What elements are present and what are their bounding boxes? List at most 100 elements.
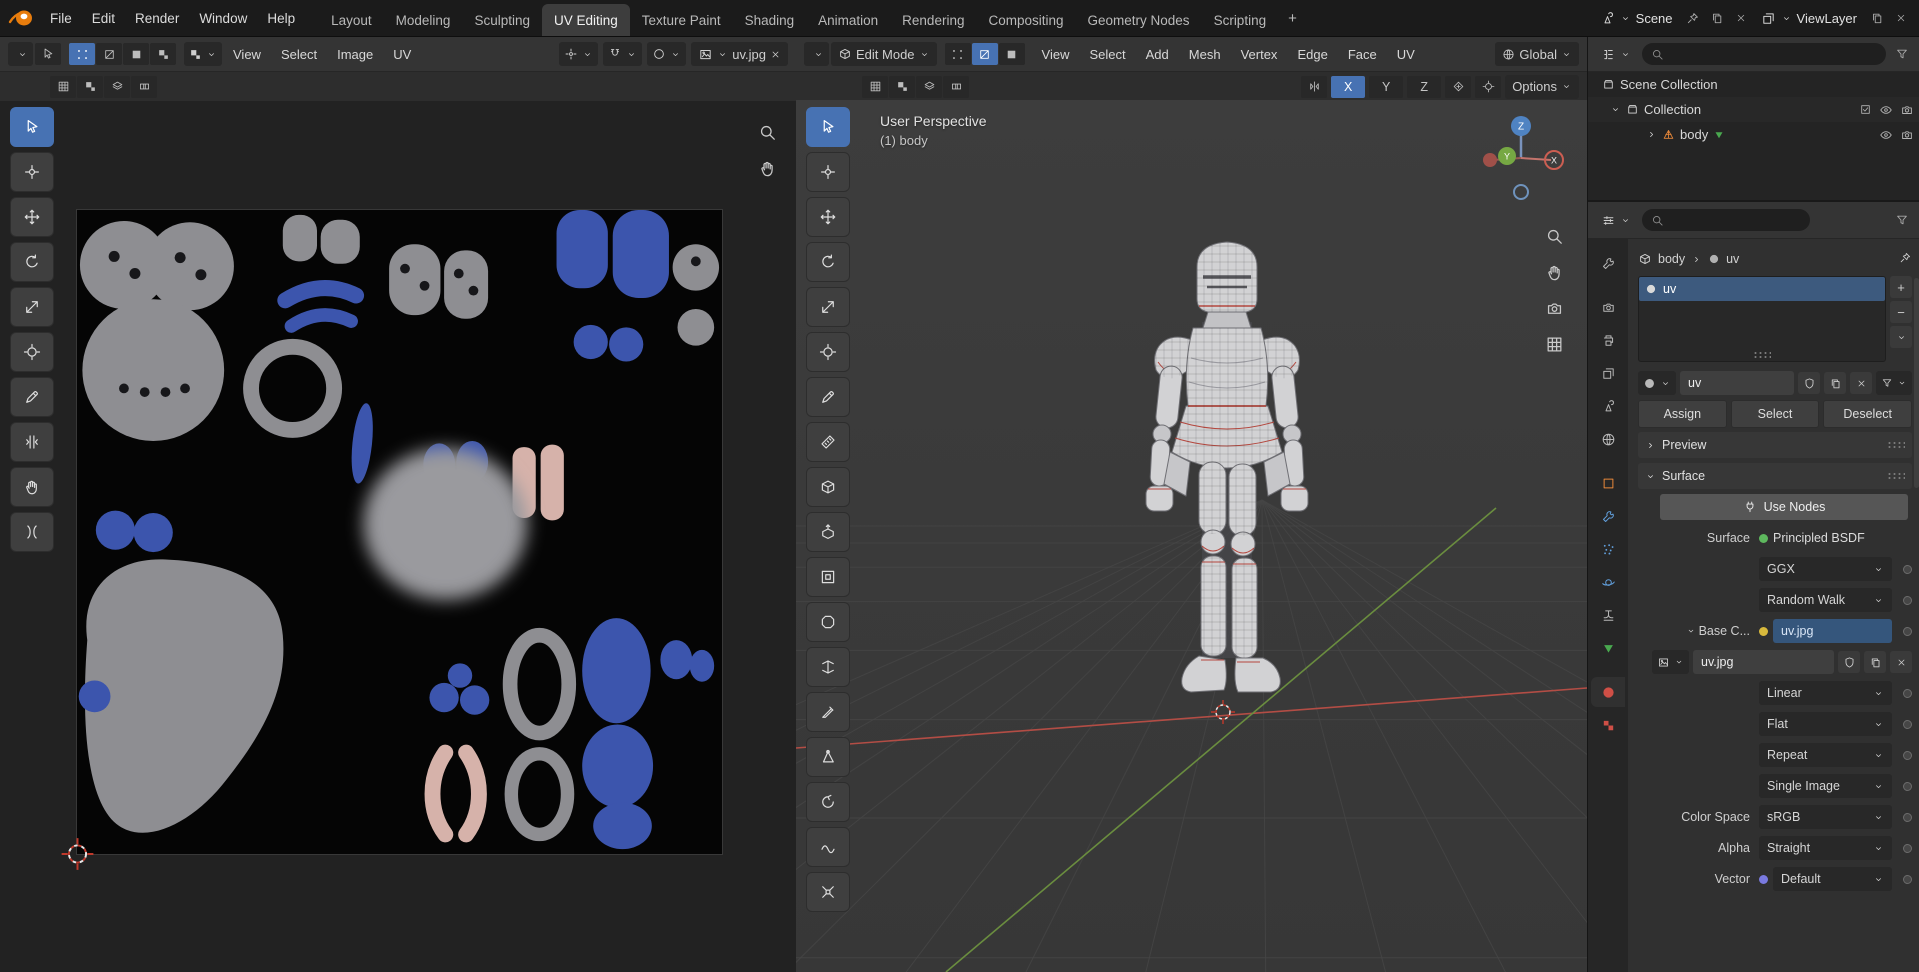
uv-menu-select[interactable]: Select	[272, 47, 326, 62]
tab-scripting[interactable]: Scripting	[1202, 4, 1279, 36]
unlink-material-button[interactable]	[1850, 372, 1872, 394]
distribution-dropdown[interactable]: GGX	[1759, 557, 1892, 581]
keyframe-dot[interactable]	[1903, 843, 1912, 853]
tool-spin-button[interactable]	[806, 782, 850, 822]
fake-user-button[interactable]	[1798, 372, 1820, 394]
tab-compositing[interactable]: Compositing	[976, 4, 1075, 36]
uv-overlay-toggle-2[interactable]	[77, 75, 103, 98]
tab-animation[interactable]: Animation	[806, 4, 890, 36]
properties-tab-material[interactable]	[1591, 677, 1625, 707]
tool-extrude-button[interactable]	[806, 512, 850, 552]
tab-shading[interactable]: Shading	[733, 4, 807, 36]
add-workspace-button[interactable]: +	[1278, 1, 1307, 36]
tool-shrink-button[interactable]	[806, 872, 850, 912]
sticky-selection-selector[interactable]	[184, 42, 222, 66]
tool-inset-button[interactable]	[806, 557, 850, 597]
snapping-selector[interactable]	[603, 42, 643, 66]
pin-icon[interactable]	[1899, 251, 1912, 264]
alpha-dropdown[interactable]: Straight	[1759, 836, 1892, 860]
eye-icon[interactable]	[1879, 103, 1893, 117]
tool-scale-button[interactable]	[10, 287, 54, 327]
vp-menu-mesh[interactable]: Mesh	[1180, 47, 1230, 62]
surface-shader-value[interactable]: Principled BSDF	[1773, 531, 1865, 545]
vp-menu-face[interactable]: Face	[1339, 47, 1386, 62]
properties-tab-scene[interactable]	[1591, 391, 1625, 421]
pin-scene-button[interactable]	[1683, 8, 1703, 28]
uv-select-face-toggle[interactable]	[123, 43, 149, 65]
face-mode-toggle[interactable]	[998, 43, 1025, 65]
navigation-gizmo[interactable]: Z Y X	[1473, 110, 1569, 206]
properties-tab-world[interactable]	[1591, 424, 1625, 454]
proportional-editing-selector[interactable]	[647, 42, 687, 66]
properties-tab-physics[interactable]	[1591, 567, 1625, 597]
edge-mode-toggle[interactable]	[971, 43, 998, 65]
tool-annotate-button[interactable]	[10, 377, 54, 417]
uv-select-island-toggle[interactable]	[150, 43, 176, 65]
outliner-row-body[interactable]: body	[1588, 122, 1919, 147]
image-fake-user-button[interactable]	[1838, 651, 1860, 673]
properties-tab-constraints[interactable]	[1591, 600, 1625, 630]
scrollbar[interactable]	[1914, 278, 1919, 488]
duplicate-image-button[interactable]	[1864, 651, 1886, 673]
uv-islands[interactable]	[78, 210, 720, 850]
browse-image-button[interactable]	[1652, 650, 1689, 674]
tool-bevel-button[interactable]	[806, 602, 850, 642]
properties-tab-view-layer[interactable]	[1591, 358, 1625, 388]
transform-orientation-selector[interactable]: Global	[1495, 42, 1579, 66]
vp-overlay-toggle-1[interactable]	[862, 75, 888, 98]
color-space-dropdown[interactable]: sRGB	[1759, 805, 1892, 829]
keyframe-dot[interactable]	[1903, 812, 1912, 822]
tool-transform-button[interactable]	[806, 332, 850, 372]
viewport-canvas[interactable]	[796, 100, 1587, 972]
editor-type-selector[interactable]	[1596, 42, 1636, 66]
properties-tab-modifiers[interactable]	[1591, 501, 1625, 531]
blender-logo-icon[interactable]	[8, 9, 34, 27]
material-slot-list[interactable]: uv	[1638, 276, 1886, 362]
material-slot-uv[interactable]: uv	[1639, 277, 1885, 301]
projection-dropdown[interactable]: Flat	[1759, 712, 1892, 736]
tool-smooth-button[interactable]	[806, 827, 850, 867]
mirror-toggle[interactable]	[1301, 75, 1328, 98]
menu-file[interactable]: File	[40, 11, 82, 26]
uv-menu-uv[interactable]: UV	[384, 47, 420, 62]
vp-overlay-toggle-2[interactable]	[889, 75, 915, 98]
outliner-filter-button[interactable]	[1892, 44, 1912, 64]
viewlayer-selector[interactable]: ViewLayer	[1755, 8, 1863, 29]
vp-menu-vertex[interactable]: Vertex	[1232, 47, 1287, 62]
uv-overlay-toggle-4[interactable]	[131, 75, 157, 98]
add-slot-button[interactable]: +	[1890, 276, 1912, 298]
menu-window[interactable]: Window	[189, 11, 257, 26]
tool-move-button[interactable]	[10, 197, 54, 237]
assign-button[interactable]: Assign	[1638, 400, 1727, 428]
tool-loopcut-button[interactable]	[806, 647, 850, 687]
keyframe-dot[interactable]	[1903, 595, 1912, 605]
uv-image-canvas[interactable]	[61, 210, 722, 870]
uv-select-edge-toggle[interactable]	[96, 43, 122, 65]
tab-layout[interactable]: Layout	[319, 4, 384, 36]
scene-selector[interactable]: Scene	[1594, 8, 1679, 29]
vertex-mode-toggle[interactable]	[944, 43, 971, 65]
pivot-point-selector[interactable]	[559, 42, 599, 66]
properties-filter-button[interactable]	[1892, 210, 1912, 230]
properties-tab-data[interactable]	[1591, 633, 1625, 663]
tool-tweak-button[interactable]	[806, 107, 850, 147]
properties-tab-tool[interactable]	[1591, 248, 1625, 278]
properties-tab-object[interactable]	[1591, 468, 1625, 498]
properties-tab-texture[interactable]	[1591, 710, 1625, 740]
menu-render[interactable]: Render	[125, 11, 189, 26]
material-name-field[interactable]: uv	[1680, 371, 1794, 395]
keyframe-dot[interactable]	[1903, 750, 1912, 760]
keyframe-dot[interactable]	[1903, 719, 1912, 729]
tool-rotate-button[interactable]	[10, 242, 54, 282]
tool-scale-button[interactable]	[806, 287, 850, 327]
browse-material-button[interactable]	[1638, 371, 1676, 395]
vp-menu-select[interactable]: Select	[1081, 47, 1135, 62]
tool-cursor-button[interactable]	[10, 152, 54, 192]
tool-rotate-button[interactable]	[806, 242, 850, 282]
uv-pan-control[interactable]	[758, 159, 777, 181]
eye-icon[interactable]	[1879, 128, 1893, 142]
subsurface-method-dropdown[interactable]: Random Walk	[1759, 588, 1892, 612]
properties-search-input[interactable]	[1642, 209, 1810, 231]
new-viewlayer-button[interactable]	[1867, 8, 1887, 28]
vp-overlay-toggle-4[interactable]	[943, 75, 969, 98]
